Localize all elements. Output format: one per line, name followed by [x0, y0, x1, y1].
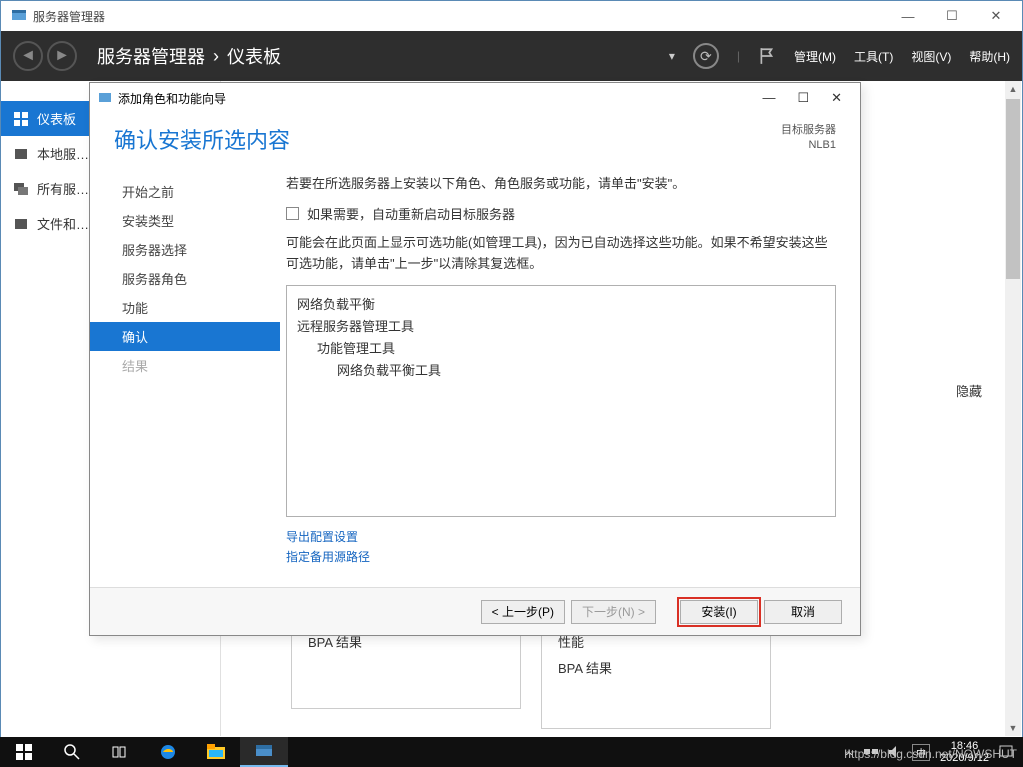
dialog-heading: 确认安装所选内容 [114, 123, 290, 155]
server-icon [13, 146, 29, 162]
sidebar-item-label: 所有服… [37, 179, 89, 198]
wizard-steps: 开始之前 安装类型 服务器选择 服务器角色 功能 确认 结果 [90, 169, 280, 601]
dialog-maximize-button[interactable]: ☐ [797, 90, 809, 106]
feature-item: 网络负载平衡工具 [297, 360, 825, 382]
wizard-icon [98, 91, 112, 105]
dialog-titlebar: 添加角色和功能向导 — ☐ ✕ [90, 83, 860, 113]
breadcrumb-current[interactable]: 仪表板 [227, 43, 281, 69]
separator: | [737, 49, 740, 63]
maximize-button[interactable]: ☐ [930, 1, 974, 31]
menu-tools[interactable]: 工具(T) [854, 48, 893, 65]
nav-forward-button[interactable]: ► [47, 41, 77, 71]
servers-icon [13, 181, 29, 197]
target-server-name: NLB1 [781, 138, 836, 153]
dialog-title: 添加角色和功能向导 [118, 90, 226, 107]
dialog-footer: < 上一步(P) 下一步(N) > 安装(I) 取消 [90, 587, 860, 635]
breadcrumb-root[interactable]: 服务器管理器 [97, 43, 205, 69]
sidebar-item-label: 仪表板 [37, 109, 76, 128]
scroll-down-icon[interactable]: ▼ [1005, 720, 1021, 736]
close-button[interactable]: ✕ [974, 1, 1018, 31]
files-icon [13, 216, 29, 232]
next-button: 下一步(N) > [571, 600, 656, 624]
breadcrumb-separator: › [213, 46, 219, 67]
wizard-intro-text: 若要在所选服务器上安装以下角色、角色服务或功能，请单击"安装"。 [286, 173, 836, 192]
explorer-icon[interactable] [192, 737, 240, 767]
wizard-links: 导出配置设置 指定备用源路径 [286, 527, 836, 568]
features-listbox[interactable]: 网络负载平衡 远程服务器管理工具 功能管理工具 网络负载平衡工具 [286, 285, 836, 517]
app-titlebar: 服务器管理器 — ☐ ✕ [1, 1, 1022, 31]
search-icon[interactable] [48, 737, 96, 767]
vertical-scrollbar[interactable]: ▲ ▼ [1005, 81, 1021, 736]
auto-restart-checkbox[interactable] [286, 207, 299, 220]
app-icon [11, 8, 27, 24]
sidebar-item-label: 文件和… [37, 214, 89, 233]
watermark-text: https://blog.csdn.net/NOWSHUT [844, 747, 1017, 761]
export-config-link[interactable]: 导出配置设置 [286, 527, 836, 547]
tile-bpa-label2: BPA 结果 [558, 656, 754, 682]
scroll-up-icon[interactable]: ▲ [1005, 81, 1021, 97]
step-server-role[interactable]: 服务器角色 [90, 264, 280, 293]
step-feature[interactable]: 功能 [90, 293, 280, 322]
menu-help[interactable]: 帮助(H) [969, 48, 1010, 65]
app-header: ◄ ► 服务器管理器 › 仪表板 ▾ ⟳ | 管理(M) 工具(T) 视图(V)… [1, 31, 1022, 81]
previous-button[interactable]: < 上一步(P) [481, 600, 565, 624]
cancel-button[interactable]: 取消 [764, 600, 842, 624]
feature-item: 功能管理工具 [297, 338, 825, 360]
auto-restart-label: 如果需要，自动重新启动目标服务器 [307, 204, 515, 223]
target-label: 目标服务器 [781, 123, 836, 138]
feature-item: 网络负载平衡 [297, 294, 825, 316]
install-button[interactable]: 安装(I) [680, 600, 758, 624]
app-title: 服务器管理器 [33, 8, 105, 25]
menu-manage[interactable]: 管理(M) [794, 48, 836, 65]
dropdown-caret-icon[interactable]: ▾ [669, 49, 675, 63]
sidebar-item-label: 本地服… [37, 144, 89, 163]
feature-item: 远程服务器管理工具 [297, 316, 825, 338]
flag-icon[interactable] [758, 47, 776, 65]
dashboard-icon [13, 111, 29, 127]
wizard-note-text: 可能会在此页面上显示可选功能(如管理工具)，因为已自动选择这些功能。如果不希望安… [286, 233, 836, 275]
dialog-body: 开始之前 安装类型 服务器选择 服务器角色 功能 确认 结果 若要在所选服务器上… [90, 161, 860, 601]
hide-link[interactable]: 隐藏 [956, 381, 982, 400]
dialog-header: 确认安装所选内容 目标服务器 NLB1 [90, 113, 860, 161]
step-server-selection[interactable]: 服务器选择 [90, 235, 280, 264]
step-confirm[interactable]: 确认 [90, 322, 280, 351]
auto-restart-row: 如果需要，自动重新启动目标服务器 [286, 204, 836, 223]
step-result: 结果 [90, 351, 280, 380]
scroll-thumb[interactable] [1006, 99, 1020, 279]
task-view-icon[interactable] [96, 737, 144, 767]
ie-icon[interactable] [144, 737, 192, 767]
server-manager-taskbar-icon[interactable] [240, 737, 288, 767]
menu-view[interactable]: 视图(V) [911, 48, 951, 65]
dialog-minimize-button[interactable]: — [762, 90, 775, 106]
step-before[interactable]: 开始之前 [90, 177, 280, 206]
target-server-info: 目标服务器 NLB1 [781, 123, 836, 154]
add-roles-wizard-dialog: 添加角色和功能向导 — ☐ ✕ 确认安装所选内容 目标服务器 NLB1 开始之前… [89, 82, 861, 636]
refresh-icon[interactable]: ⟳ [693, 43, 719, 69]
step-type[interactable]: 安装类型 [90, 206, 280, 235]
nav-back-button[interactable]: ◄ [13, 41, 43, 71]
wizard-content: 若要在所选服务器上安装以下角色、角色服务或功能，请单击"安装"。 如果需要，自动… [280, 169, 860, 601]
alt-source-link[interactable]: 指定备用源路径 [286, 547, 836, 567]
dialog-close-button[interactable]: ✕ [831, 90, 842, 106]
minimize-button[interactable]: — [886, 1, 930, 31]
start-button[interactable] [0, 737, 48, 767]
